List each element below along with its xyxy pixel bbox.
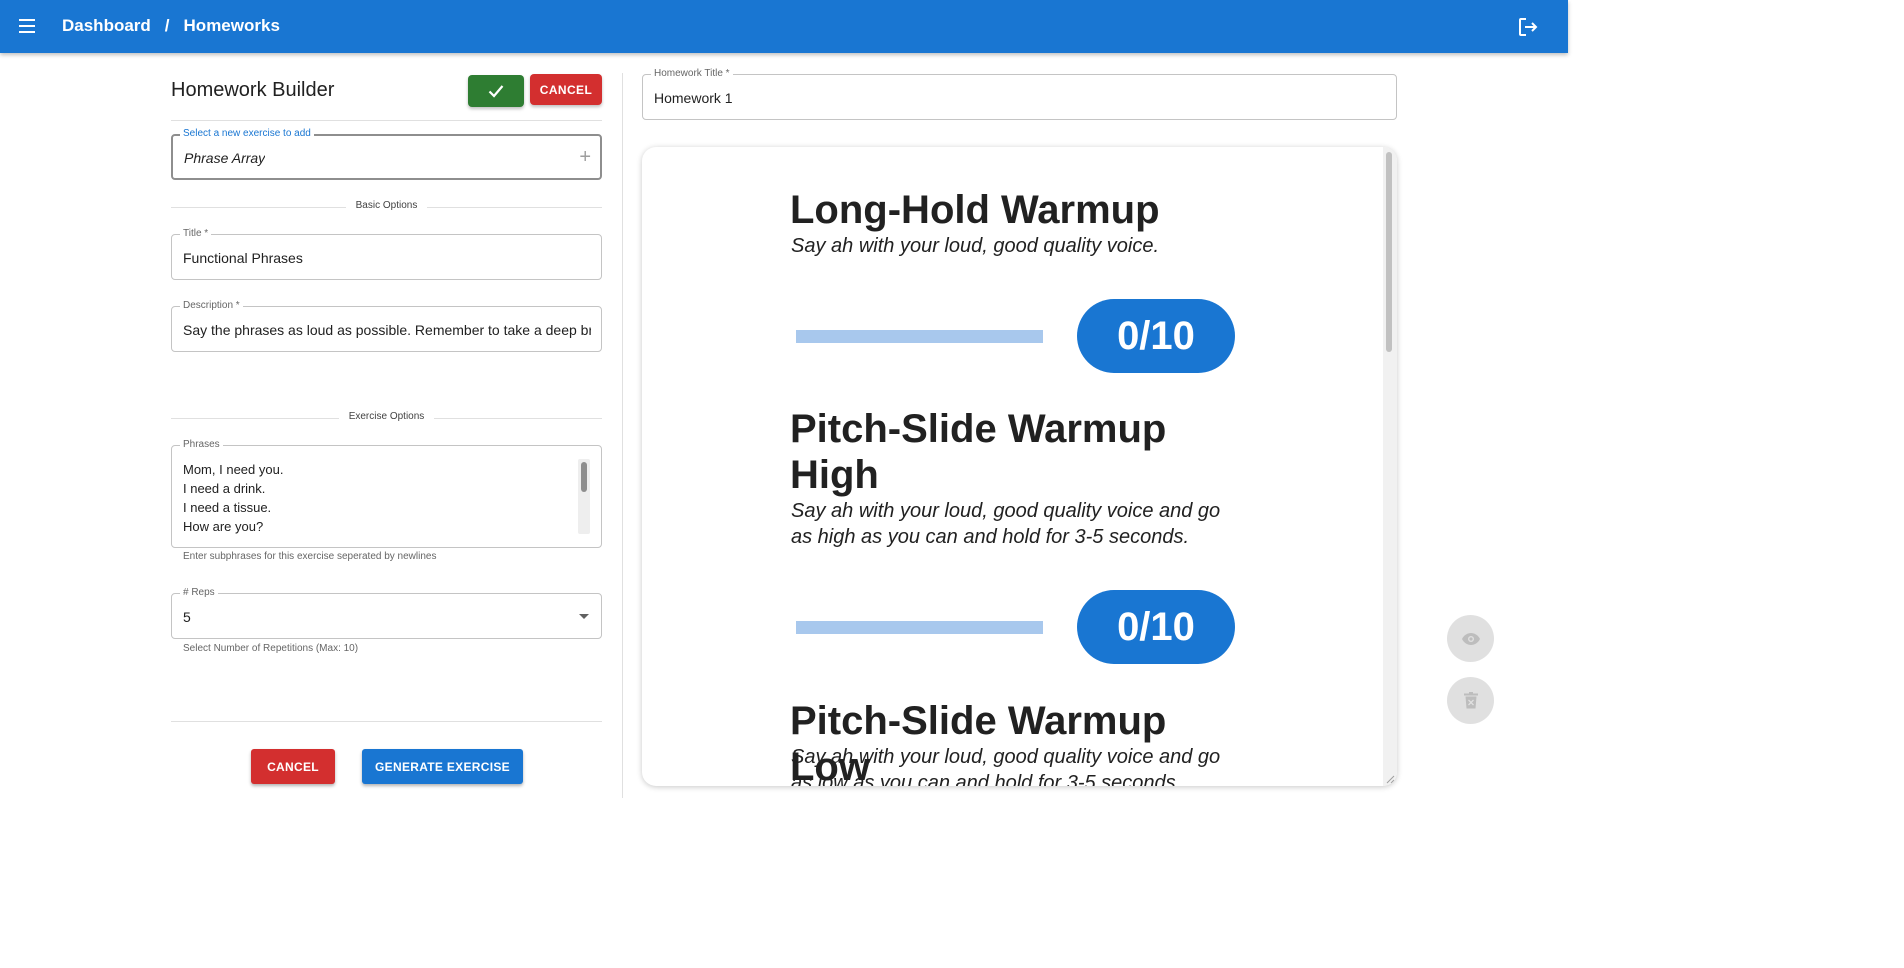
- exercise-progress-badge: 0/10: [1077, 590, 1235, 664]
- exercise-progress-badge: 0/10: [1077, 299, 1235, 373]
- resize-handle-icon[interactable]: [1383, 772, 1395, 784]
- generate-exercise-button[interactable]: GENERATE EXERCISE: [362, 749, 523, 784]
- phrases-helper-text: Enter subphrases for this exercise seper…: [183, 551, 437, 562]
- divider: [171, 120, 602, 121]
- basic-options-label: Basic Options: [345, 200, 428, 211]
- divider: [171, 721, 602, 722]
- add-icon[interactable]: +: [579, 147, 591, 167]
- exercise-description: Say ah with your loud, good quality voic…: [791, 235, 1159, 257]
- phrases-scrollbar[interactable]: [578, 459, 590, 534]
- logout-icon[interactable]: [1516, 15, 1540, 39]
- exercise-description: Say ah with your loud, good quality voic…: [791, 500, 1221, 548]
- page-title: Homework Builder: [171, 79, 335, 101]
- title-field[interactable]: Title * Functional Phrases: [171, 228, 602, 280]
- bottom-cancel-button[interactable]: CANCEL: [251, 749, 335, 784]
- delete-button[interactable]: [1447, 677, 1494, 724]
- preview-scrollbar[interactable]: [1383, 147, 1397, 786]
- homework-title-label: Homework Title *: [651, 68, 733, 80]
- reps-label: # Reps: [180, 587, 218, 599]
- phrase-line: Mom, I need you.: [183, 462, 284, 477]
- check-icon: [488, 85, 504, 98]
- homework-preview: Long-Hold Warmup Say ah with your loud, …: [642, 147, 1397, 786]
- exercise-progress-bar: [796, 621, 1043, 634]
- panel-divider: [622, 73, 623, 798]
- exercise-options-label: Exercise Options: [338, 411, 435, 422]
- reps-value: 5: [183, 609, 191, 625]
- hamburger-menu-icon[interactable]: [16, 16, 38, 36]
- exercise-select-label: Select a new exercise to add: [180, 128, 314, 140]
- phrases-label: Phrases: [180, 439, 223, 451]
- app-bar: Dashboard / Homeworks: [0, 0, 1568, 53]
- title-field-label: Title *: [180, 228, 212, 240]
- exercise-options-divider: Exercise Options: [171, 411, 602, 425]
- homework-title-field[interactable]: Homework Title * Homework 1: [642, 68, 1397, 120]
- basic-options-divider: Basic Options: [171, 200, 602, 214]
- phrase-line: How are you?: [183, 519, 264, 534]
- phrase-line: I need a tissue.: [183, 500, 272, 515]
- description-field-value: Say the phrases as loud as possible. Rem…: [183, 322, 591, 338]
- exercise-title: Pitch-Slide Warmup High: [790, 407, 1167, 497]
- breadcrumb: Dashboard / Homeworks: [62, 16, 280, 36]
- chevron-down-icon[interactable]: [579, 614, 589, 619]
- breadcrumb-separator: /: [164, 16, 170, 35]
- title-field-value: Functional Phrases: [183, 250, 303, 266]
- homework-title-value: Homework 1: [654, 90, 733, 106]
- phrases-list: Mom, I need you. I need a drink. I need …: [183, 460, 283, 536]
- reps-select[interactable]: # Reps 5: [171, 587, 602, 639]
- exercise-select-value: Phrase Array: [184, 150, 266, 166]
- exercise-title: Long-Hold Warmup: [790, 188, 1160, 232]
- delete-icon: [1463, 692, 1478, 709]
- description-field[interactable]: Description * Say the phrases as loud as…: [171, 300, 602, 352]
- eye-icon: [1461, 632, 1480, 645]
- phrases-textarea[interactable]: Phrases Mom, I need you. I need a drink.…: [171, 439, 602, 548]
- exercise-select[interactable]: Select a new exercise to add Phrase Arra…: [171, 128, 602, 180]
- phrase-line: I need a drink.: [183, 481, 266, 496]
- breadcrumb-dashboard[interactable]: Dashboard: [62, 16, 151, 36]
- reps-helper-text: Select Number of Repetitions (Max: 10): [183, 643, 359, 654]
- exercise-progress-bar: [796, 330, 1043, 343]
- preview-button[interactable]: [1447, 615, 1494, 662]
- exercise-description: Say ah with your loud, good quality voic…: [791, 746, 1221, 786]
- breadcrumb-homeworks[interactable]: Homeworks: [184, 16, 280, 36]
- description-field-label: Description *: [180, 300, 243, 312]
- confirm-button[interactable]: [468, 75, 524, 107]
- cancel-button[interactable]: CANCEL: [530, 74, 602, 105]
